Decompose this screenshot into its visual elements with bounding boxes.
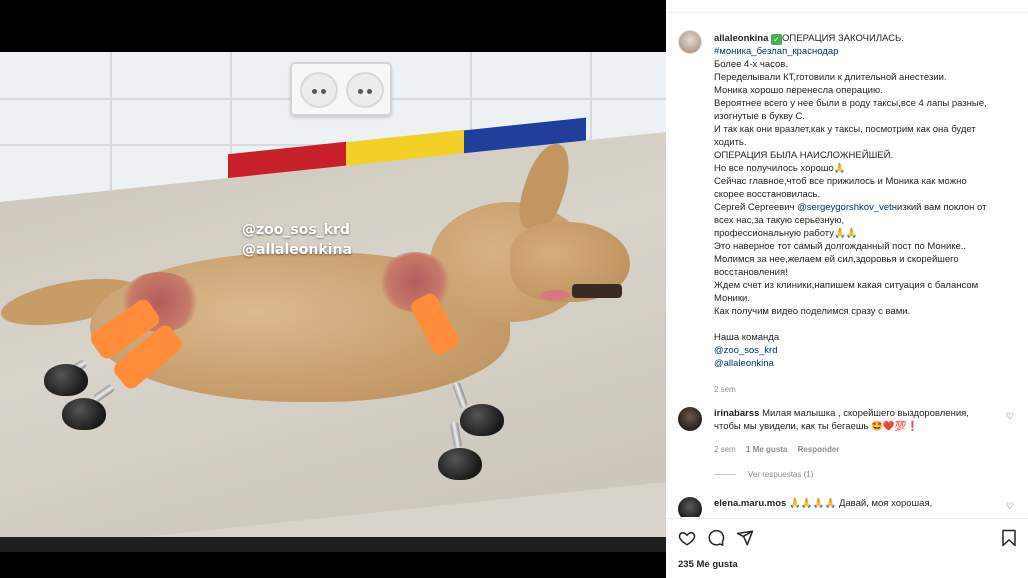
counter-edge bbox=[0, 537, 666, 552]
avatar[interactable] bbox=[678, 30, 702, 54]
caption-line: Но все получилось хорошо🙏 bbox=[714, 163, 846, 174]
comment-body: Милая малышка , скорейшего выздоровления… bbox=[762, 408, 969, 419]
comment-text: irinabarss Милая малышка , скорейшего вы… bbox=[714, 407, 984, 433]
avatar[interactable] bbox=[678, 407, 702, 431]
watermark-text: @allaleonkina bbox=[242, 242, 352, 258]
view-replies-button[interactable]: Ver respuestas (1) bbox=[714, 470, 813, 479]
hashtag-link[interactable]: #моника_безлап_краснодар bbox=[714, 45, 1014, 58]
caption-line: Это наверное тот самый долгожданный пост… bbox=[714, 241, 967, 252]
caption-line: Ждем счет из клиники,напишем какая ситуа… bbox=[714, 280, 979, 291]
post-sidebar: allaleonkina ✓ ОПЕРАЦИЯ ЗАКОЧИЛАСЬ. #мони… bbox=[666, 0, 1028, 578]
comment-item: irinabarss Милая малышка , скорейшего вы… bbox=[678, 407, 1018, 467]
caption-line: низкий вам поклон от bbox=[891, 202, 987, 213]
post-timestamp[interactable]: 2 sem bbox=[714, 383, 1014, 396]
tile-grout bbox=[110, 52, 112, 202]
power-outlet bbox=[290, 62, 392, 116]
caption-line: Переделывали КТ,готовили к длительной ан… bbox=[714, 72, 947, 83]
comment-body: 🙏🙏🙏🙏 Давай, моя хорошая, bbox=[788, 498, 933, 509]
caption-line: Как получим видео поделимся сразу с вами… bbox=[714, 306, 911, 317]
like-comment-heart-icon[interactable]: ♡ bbox=[1006, 411, 1014, 422]
caption-line: Сергей Сергеевич bbox=[714, 202, 798, 213]
caption-line: профессиональную работу🙏🙏 bbox=[714, 228, 858, 239]
caption-line: ходить. bbox=[714, 137, 747, 148]
prosthetic-foot bbox=[44, 364, 88, 396]
caption-line: Вероятнее всего у нее были в роду таксы,… bbox=[714, 98, 987, 109]
comment-meta: 2 sem 1 Me gusta Responder bbox=[714, 445, 839, 454]
post-caption: allaleonkina ✓ ОПЕРАЦИЯ ЗАКОЧИЛАСЬ. #мони… bbox=[714, 32, 1014, 396]
caption-line: изогнутые в букву С. bbox=[714, 111, 805, 122]
view-replies-label: Ver respuestas (1) bbox=[748, 470, 814, 479]
dog-tongue bbox=[540, 290, 570, 300]
dog-mouth bbox=[572, 284, 622, 298]
prosthetic-foot bbox=[438, 448, 482, 480]
prosthetic-foot bbox=[62, 398, 106, 430]
check-mark-icon: ✓ bbox=[771, 34, 783, 45]
socket bbox=[300, 72, 338, 108]
like-comment-heart-icon[interactable]: ♡ bbox=[1006, 501, 1014, 512]
caption-line: Моники. bbox=[714, 293, 750, 304]
prosthetic-foot bbox=[460, 404, 504, 436]
caption-line: Наша команда bbox=[714, 332, 780, 343]
comment-username[interactable]: elena.maru.mos bbox=[714, 498, 786, 509]
comment-icon[interactable] bbox=[707, 529, 725, 547]
post-username[interactable]: allaleonkina bbox=[714, 33, 768, 44]
caption-line: скорее восстановилась. bbox=[714, 189, 821, 200]
reply-button[interactable]: Responder bbox=[798, 445, 840, 454]
comment-body: чтобы мы увидели, как ты бегаешь 🤩❤️💯❗ bbox=[714, 421, 919, 432]
divider bbox=[666, 12, 1028, 13]
comment-time[interactable]: 2 sem bbox=[714, 445, 736, 454]
caption-line: Сейчас главное,чтоб все прижилось и Мони… bbox=[714, 176, 967, 187]
caption-headline: ОПЕРАЦИЯ ЗАКОЧИЛАСЬ. bbox=[782, 33, 904, 44]
heart-icon[interactable] bbox=[678, 529, 696, 547]
comment-username[interactable]: irinabarss bbox=[714, 408, 759, 419]
comment-likes[interactable]: 1 Me gusta bbox=[746, 445, 787, 454]
socket bbox=[346, 72, 384, 108]
caption-line: ОПЕРАЦИЯ БЫЛА НАИСЛОЖНЕЙШЕЙ. bbox=[714, 150, 894, 161]
share-icon[interactable] bbox=[736, 529, 754, 547]
divider bbox=[714, 474, 736, 476]
caption-line: Молимся за нее,желаем ей сил,здоровья и … bbox=[714, 254, 959, 265]
caption-line: Моника хорошо перенесла операцию. bbox=[714, 85, 883, 96]
caption-line: И так как они вразлет,как у таксы, посмо… bbox=[714, 124, 976, 135]
avatar[interactable] bbox=[678, 497, 702, 517]
comment-item: elena.maru.mos 🙏🙏🙏🙏 Давай, моя хорошая, … bbox=[678, 497, 1018, 517]
mention-link[interactable]: @sergeygorshkov_vet bbox=[797, 202, 892, 213]
comment-text: elena.maru.mos 🙏🙏🙏🙏 Давай, моя хорошая, bbox=[714, 497, 984, 510]
caption-line: восстановления! bbox=[714, 267, 788, 278]
caption-line: Более 4-х часов. bbox=[714, 59, 788, 70]
likes-count[interactable]: 235 Me gusta bbox=[678, 559, 738, 570]
mention-link[interactable]: @allaleonkina bbox=[714, 357, 1014, 370]
watermark-text: @zoo_sos_krd bbox=[242, 222, 350, 238]
post-action-bar: 235 Me gusta bbox=[666, 518, 1028, 578]
post-photo[interactable]: @zoo_sos_krd @allaleonkina bbox=[0, 52, 666, 552]
bookmark-icon[interactable] bbox=[1000, 529, 1018, 547]
caption-line: всех нас,за такую серьезную, bbox=[714, 215, 845, 226]
mention-link[interactable]: @zoo_sos_krd bbox=[714, 344, 1014, 357]
